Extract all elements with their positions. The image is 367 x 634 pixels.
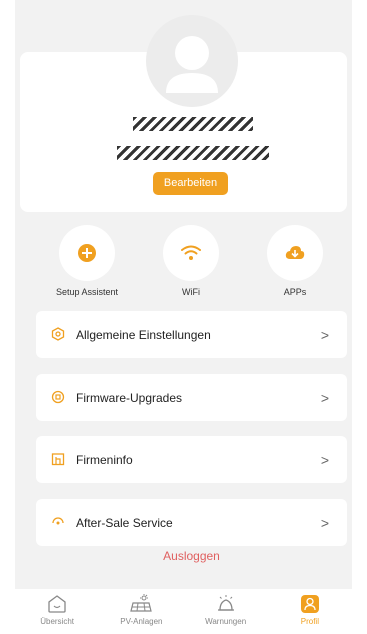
bell-icon bbox=[217, 595, 234, 611]
user-icon bbox=[166, 36, 218, 93]
menu-label: Firmware-Upgrades bbox=[76, 390, 183, 405]
solar-panel-icon bbox=[130, 594, 153, 612]
tab-label: Warnungen bbox=[205, 617, 247, 626]
tab-warnings[interactable]: Warnungen bbox=[184, 589, 268, 634]
profile-icon bbox=[300, 595, 319, 613]
apps-circle bbox=[267, 225, 323, 281]
chip-icon bbox=[51, 390, 67, 406]
tab-label: Übersicht bbox=[40, 617, 75, 626]
building-icon bbox=[51, 452, 67, 468]
plus-icon bbox=[78, 244, 96, 262]
menu-label: Allgemeine Einstellungen bbox=[76, 327, 211, 342]
tab-pv-plants[interactable]: PV-Anlagen bbox=[99, 589, 183, 634]
chevron-right-icon: > bbox=[320, 514, 329, 531]
redacted-name bbox=[133, 117, 253, 131]
home-icon bbox=[48, 595, 66, 613]
chevron-right-icon: > bbox=[320, 451, 329, 468]
wifi-label: WiFi bbox=[182, 287, 200, 297]
setup-assistant-circle bbox=[59, 225, 115, 281]
tab-profile[interactable]: Profil bbox=[268, 589, 352, 634]
chevron-right-icon: > bbox=[320, 326, 329, 343]
bottom-tab-bar: Übersicht PV-Anlagen Warnungen Profil bbox=[15, 589, 352, 634]
avatar[interactable] bbox=[146, 15, 238, 107]
menu-label: Firmeninfo bbox=[76, 452, 133, 467]
edit-profile-button[interactable]: Bearbeiten bbox=[153, 172, 228, 195]
tab-overview[interactable]: Übersicht bbox=[15, 589, 99, 634]
menu-company-info[interactable]: Firmeninfo > bbox=[36, 436, 347, 483]
tab-label: PV-Anlagen bbox=[120, 617, 163, 626]
menu-general-settings[interactable]: Allgemeine Einstellungen > bbox=[36, 311, 347, 358]
wifi-icon bbox=[181, 245, 201, 260]
wifi-action[interactable]: WiFi bbox=[151, 225, 231, 297]
tab-label: Profil bbox=[300, 617, 319, 626]
setup-assistant-action[interactable]: Setup Assistent bbox=[47, 225, 127, 297]
setup-assistant-label: Setup Assistent bbox=[55, 287, 119, 297]
menu-after-sale-service[interactable]: After-Sale Service > bbox=[36, 499, 347, 546]
apps-action[interactable]: APPs bbox=[255, 225, 335, 297]
settings-hex-icon bbox=[51, 326, 67, 343]
logout-button[interactable]: Ausloggen bbox=[36, 549, 347, 563]
menu-firmware-upgrades[interactable]: Firmware-Upgrades > bbox=[36, 374, 347, 421]
redacted-email bbox=[117, 146, 269, 160]
apps-label: APPs bbox=[283, 287, 307, 297]
menu-label: After-Sale Service bbox=[76, 515, 173, 530]
wifi-circle bbox=[163, 225, 219, 281]
chevron-right-icon: > bbox=[320, 389, 329, 406]
service-icon bbox=[51, 515, 67, 531]
cloud-download-icon bbox=[285, 246, 305, 259]
